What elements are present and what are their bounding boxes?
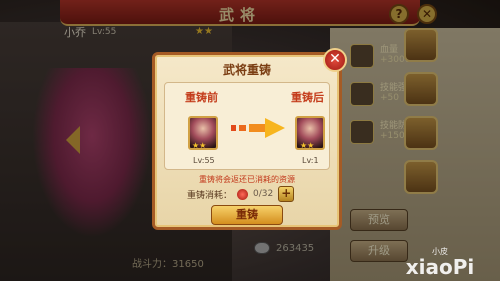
right-arrow-icon (231, 118, 285, 138)
dialog-title: 武将重铸 (222, 63, 271, 77)
cost-count: 0/32 (253, 189, 274, 199)
recast-compare-panel: 重铸前 重铸后 ★★ Lv:55 ★★ Lv:1 (164, 82, 330, 170)
cost-label: 重铸消耗： (187, 190, 233, 201)
after-label: 重铸后 (291, 91, 324, 104)
level-before: Lv:55 (193, 156, 215, 165)
stars-before: ★★ (192, 141, 207, 150)
stars-after: ★★ (300, 141, 315, 150)
before-label: 重铸前 (185, 91, 218, 104)
recast-dialog: 武将重铸 重铸前 重铸后 ★★ Lv:55 ★★ Lv:1 重铸将会返还已消耗的… (152, 52, 342, 230)
recast-warning: 重铸将会返还已消耗的资源 (199, 175, 295, 184)
recast-item-icon (237, 188, 249, 200)
recast-cost-row: 重铸消耗： 0/32 + (187, 186, 295, 202)
recast-confirm-button[interactable]: 重铸 (211, 205, 283, 225)
dialog-close-button[interactable]: ✕ (323, 48, 347, 72)
add-item-button[interactable]: + (278, 186, 295, 202)
xiaopi-watermark: 小皮 xiaoPi (406, 246, 475, 278)
watermark-brand: xiaoPi (406, 255, 475, 278)
level-after: Lv:1 (302, 156, 319, 165)
